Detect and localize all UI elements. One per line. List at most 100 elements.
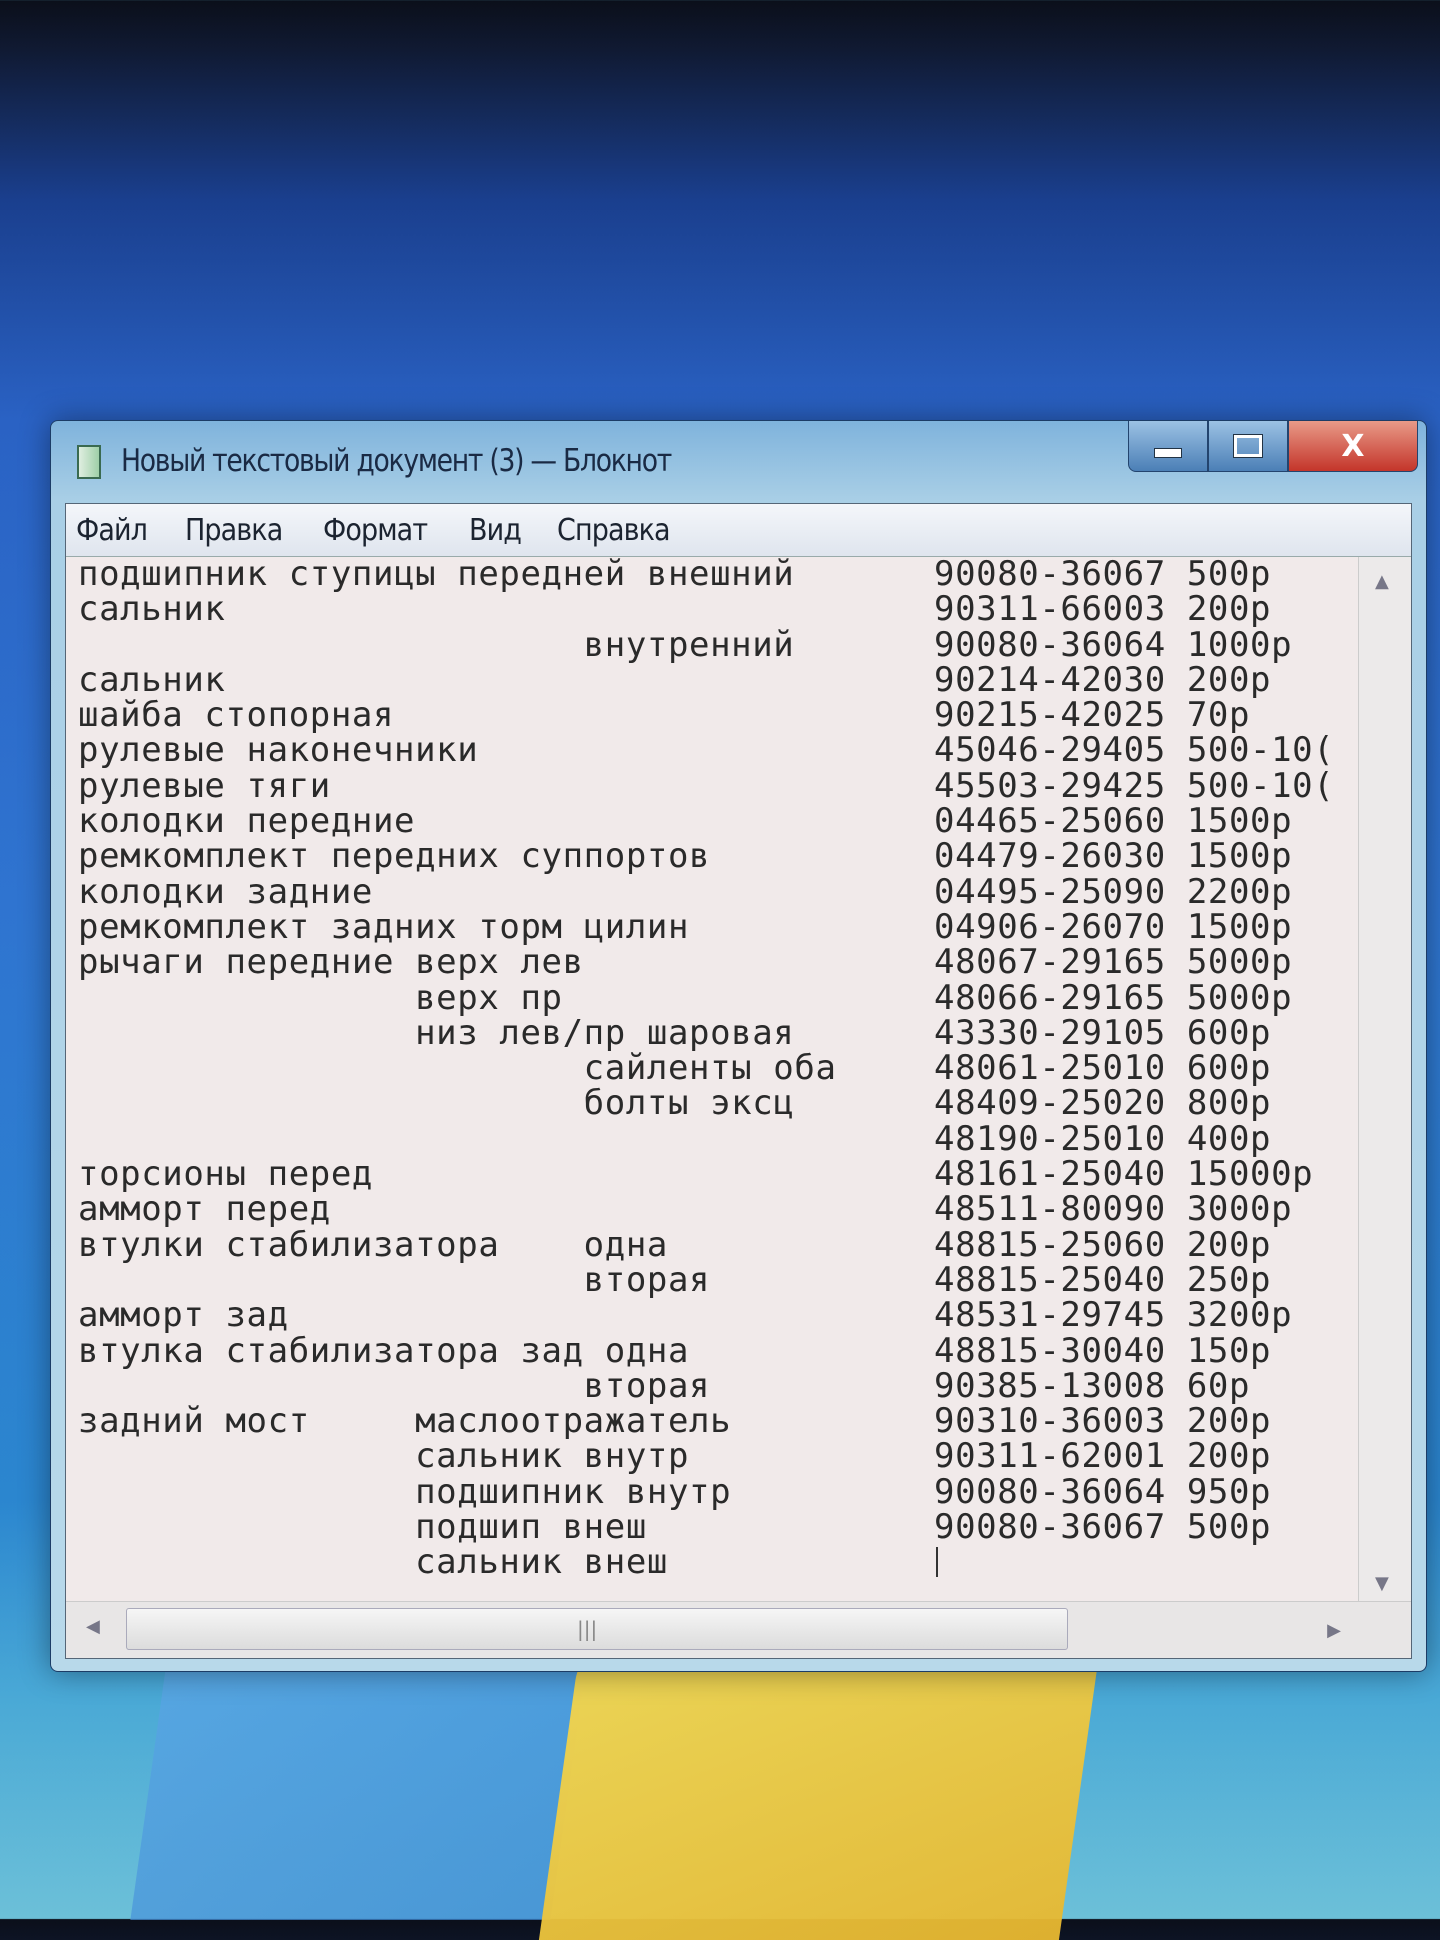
part-code-price: 90215-42025 70р <box>934 695 1251 736</box>
part-name: внутренний <box>78 624 795 665</box>
part-code-price: 90310-36003 200р <box>934 1401 1272 1442</box>
part-code-price: 48190-25010 400р <box>934 1118 1272 1159</box>
part-name: амморт перед <box>78 1189 331 1230</box>
part-name: сальник <box>78 589 226 630</box>
scroll-left-icon[interactable]: ◀ <box>86 1616 100 1637</box>
part-name: низ лев/пр шаровая <box>78 1012 795 1053</box>
menu-format[interactable]: Формат <box>323 513 428 548</box>
scroll-up-icon[interactable]: ▲ <box>1375 571 1389 592</box>
desktop-wallpaper-logo-yellow <box>538 1640 1102 1940</box>
text-line: амморт перед 48511-80090 3000р <box>66 1192 1359 1227</box>
text-line: подшипник ступицы передней внешний 90080-… <box>66 557 1359 592</box>
part-name: подшипник ступицы передней внешний <box>78 557 795 594</box>
part-name: торсионы перед <box>78 1154 373 1195</box>
part-name: ремкомплект задних торм цилин <box>78 906 690 947</box>
part-code-price: 04906-26070 1500р <box>934 906 1293 947</box>
text-line: рычаги передние верх лев 48067-29165 5000… <box>66 945 1359 980</box>
text-line: вторая 90385-13008 60р <box>66 1365 1359 1406</box>
part-code-price: 48161-25040 15000р <box>934 1154 1314 1195</box>
part-name: верх пр <box>78 977 563 1018</box>
text-line: сайленты оба 48061-25010 600р <box>66 1051 1359 1086</box>
text-line: колодки задние 04495-25090 2200р <box>66 871 1359 912</box>
minimize-icon <box>1154 448 1182 458</box>
text-line: сальник 90214-42030 200р <box>66 662 1359 698</box>
scroll-down-icon[interactable]: ▼ <box>1375 1573 1389 1594</box>
minimize-button[interactable] <box>1128 421 1208 472</box>
part-code-price: 90311-66003 200р <box>934 589 1272 630</box>
menu-edit[interactable]: Правка <box>185 513 283 548</box>
grip-icon: ||| <box>577 1617 598 1641</box>
text-line: верх пр 48066-29165 5000р <box>66 977 1359 1018</box>
title-bar[interactable]: Новый текстовый документ (3) — Блокнот X <box>51 421 1426 501</box>
part-name: втулка стабилизатора зад одна <box>78 1330 690 1371</box>
part-name: амморт зад <box>78 1295 289 1336</box>
text-line: вторая 48815-25040 250р <box>66 1259 1359 1300</box>
part-name: колодки передние <box>78 801 416 842</box>
close-icon: X <box>1341 428 1365 464</box>
text-line: ремкомплект передних суппортов 04479-2603… <box>66 839 1359 874</box>
text-line: амморт зад 48531-29745 3200р <box>66 1298 1359 1333</box>
part-code-price: 90080-36064 950р <box>934 1471 1272 1512</box>
menu-help[interactable]: Справка <box>557 513 671 548</box>
text-line: подшипник внутр 90080-36064 950р <box>66 1471 1359 1512</box>
notepad-icon <box>77 445 101 479</box>
text-line: подшип внеш 90080-36067 500р <box>66 1510 1359 1545</box>
client-area: Файл Правка Формат Вид Справка подшипник… <box>65 503 1412 1659</box>
text-line: 48190-25010 400р <box>66 1118 1359 1159</box>
part-code-price: 90080-36064 1000р <box>934 624 1293 665</box>
part-code-price: 48066-29165 5000р <box>934 977 1293 1018</box>
text-line: рулевые наконечники 45046-29405 500-10( <box>66 733 1359 768</box>
part-code-price: 48815-25060 200р <box>934 1224 1272 1265</box>
part-code-price: 90385-13008 60р <box>934 1365 1251 1406</box>
text-line: задний мост маслоотражатель 90310-36003 2… <box>66 1404 1359 1439</box>
text-cursor <box>936 1547 938 1578</box>
desktop-wallpaper-logo-blue <box>130 1640 590 1920</box>
part-code-price: 48815-30040 150р <box>934 1330 1272 1371</box>
part-name: подшипник внутр <box>78 1471 732 1512</box>
menu-view[interactable]: Вид <box>469 513 522 548</box>
text-line: торсионы перед 48161-25040 15000р <box>66 1157 1359 1192</box>
scroll-right-icon[interactable]: ▶ <box>1327 1620 1341 1641</box>
part-code-price: 48061-25010 600р <box>934 1048 1272 1089</box>
part-name: рулевые наконечники <box>78 730 479 771</box>
text-line: сальник внеш <box>66 1545 1359 1580</box>
text-line: сальник внутр 90311-62001 200р <box>66 1439 1359 1474</box>
text-line: ремкомплект задних торм цилин 04906-26070… <box>66 906 1359 947</box>
part-code-price: 48511-80090 3000р <box>934 1189 1293 1230</box>
part-name: сальник внеш <box>78 1542 668 1583</box>
maximize-button[interactable] <box>1208 421 1288 472</box>
part-code-price: 48409-25020 800р <box>934 1083 1272 1124</box>
text-line: втулка стабилизатора зад одна 48815-30040… <box>66 1330 1359 1371</box>
horizontal-scrollbar[interactable]: ◀ ||| ▶ <box>66 1601 1411 1658</box>
part-code-price: 90311-62001 200р <box>934 1436 1272 1477</box>
part-name: вторая <box>78 1365 711 1406</box>
maximize-icon <box>1233 434 1263 458</box>
part-code-price: 48067-29165 5000р <box>934 942 1293 983</box>
part-name: рулевые тяги <box>78 765 331 806</box>
window-title: Новый текстовый документ (3) — Блокнот <box>121 443 672 479</box>
text-line: рулевые тяги 45503-29425 500-10( <box>66 765 1359 806</box>
part-code-price: 90080-36067 500р <box>934 1507 1272 1548</box>
horizontal-scroll-thumb[interactable]: ||| <box>126 1608 1068 1650</box>
part-name: ремкомплект передних суппортов <box>78 836 711 877</box>
vertical-scrollbar[interactable]: ▲ ▼ <box>1358 557 1411 1602</box>
part-code-price: 43330-29105 600р <box>934 1012 1272 1053</box>
part-name: рычаги передние верх лев <box>78 942 584 983</box>
part-name: шайба стопорная <box>78 695 395 736</box>
text-editor[interactable]: подшипник ступицы передней внешний 90080-… <box>66 557 1359 1602</box>
text-line: колодки передние 04465-25060 1500р <box>66 804 1359 839</box>
part-code-price: 04495-25090 2200р <box>934 871 1293 912</box>
part-name: подшип внеш <box>78 1507 647 1548</box>
part-name: сайленты оба <box>78 1048 837 1089</box>
notepad-window: Новый текстовый документ (3) — Блокнот X… <box>50 420 1427 1672</box>
part-code-price: 45046-29405 500-10( <box>934 730 1335 771</box>
part-code-price: 04465-25060 1500р <box>934 801 1293 842</box>
part-name: втулки стабилизатора одна <box>78 1224 668 1265</box>
text-line: сальник 90311-66003 200р <box>66 592 1359 627</box>
menu-bar: Файл Правка Формат Вид Справка <box>66 504 1411 557</box>
close-button[interactable]: X <box>1288 421 1418 472</box>
menu-file[interactable]: Файл <box>76 513 148 548</box>
part-name: вторая <box>78 1259 711 1300</box>
part-code-price: 90080-36067 500р <box>934 557 1272 594</box>
text-line: болты эксц 48409-25020 800р <box>66 1086 1359 1121</box>
